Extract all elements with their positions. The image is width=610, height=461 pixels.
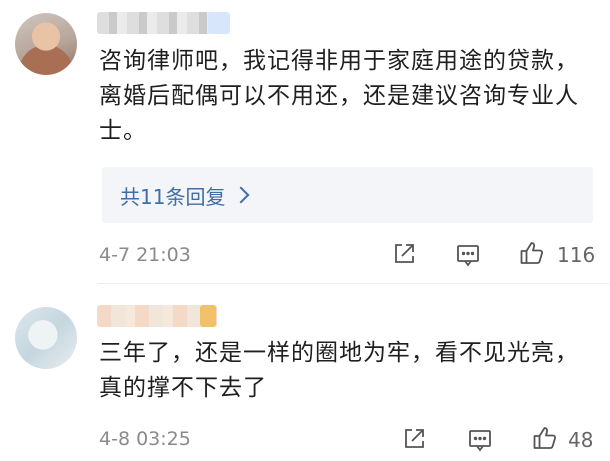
comment-icon[interactable]	[455, 242, 481, 268]
comment-text: 三年了，还是一样的圈地为牢，看不见光亮，真的撑不下去了	[99, 340, 579, 401]
avatar[interactable]	[15, 307, 77, 369]
replies-label: 共11条回复	[120, 184, 226, 209]
comment-icon[interactable]	[467, 427, 493, 453]
like-count: 48	[568, 428, 594, 452]
comment-item: 三年了，还是一样的圈地为牢，看不见光亮，真的撑不下去了 4-8 03:25 48	[0, 283, 610, 461]
share-icon[interactable]	[391, 241, 417, 267]
comment-timestamp: 4-8 03:25	[99, 428, 191, 450]
thumbs-up-icon[interactable]	[519, 240, 545, 266]
view-replies-button[interactable]: 共11条回复	[102, 167, 593, 223]
thumbs-up-icon[interactable]	[532, 425, 558, 451]
comment-text: 咨询律师吧，我记得非用于家庭用途的贷款，离婚后配偶可以不用还，还是建议咨询专业人…	[99, 48, 579, 144]
chevron-right-icon	[232, 186, 250, 204]
like-count: 116	[557, 243, 596, 267]
user-badge	[200, 305, 216, 327]
username-blurred[interactable]	[97, 305, 217, 327]
comment-timestamp: 4-7 21:03	[99, 244, 191, 266]
comment-item: 咨询律师吧，我记得非用于家庭用途的贷款，离婚后配偶可以不用还，还是建议咨询专业人…	[0, 0, 610, 283]
avatar[interactable]	[15, 13, 77, 75]
share-icon[interactable]	[401, 426, 427, 452]
user-badge	[208, 12, 230, 34]
